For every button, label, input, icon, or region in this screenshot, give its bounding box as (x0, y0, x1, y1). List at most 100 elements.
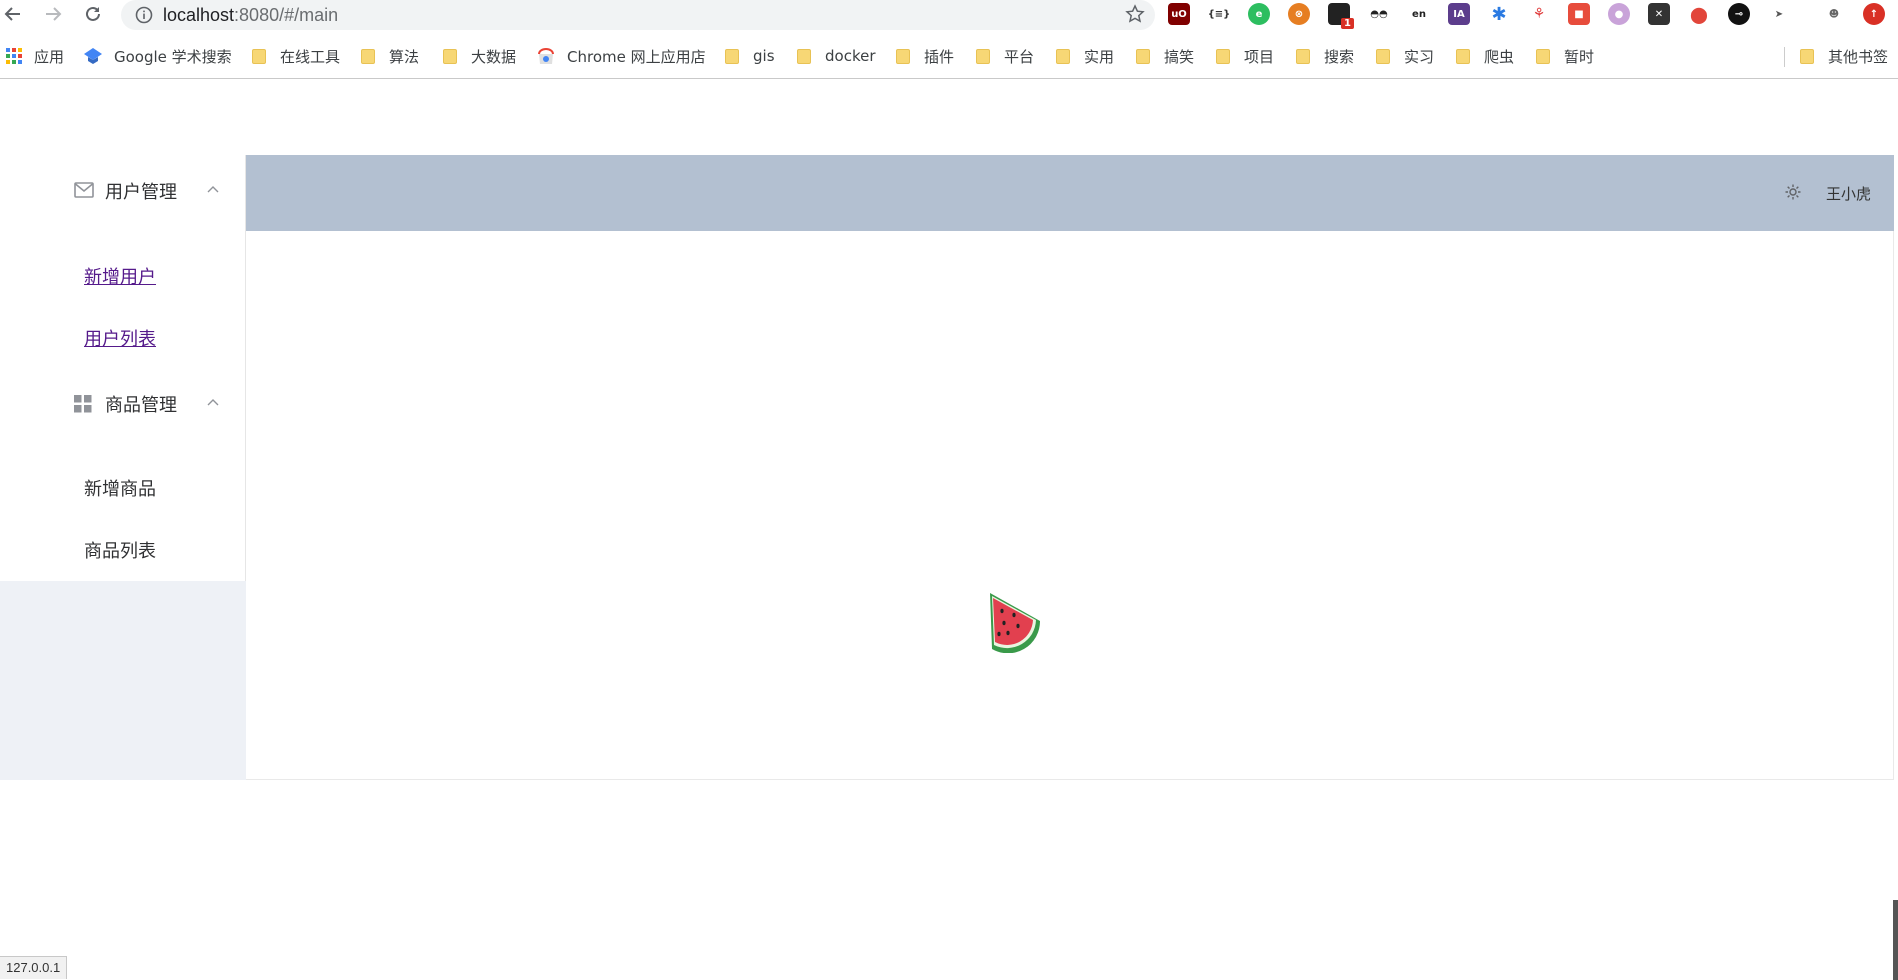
info-icon[interactable] (135, 6, 153, 24)
mask-icon[interactable]: ◓◓ (1368, 3, 1390, 25)
reload-icon (86, 6, 100, 21)
chrome-divider (0, 78, 1898, 79)
bookmark-folder-practical[interactable]: 实用 (1056, 45, 1114, 67)
folder-icon (725, 48, 739, 64)
sidebar: 用户管理 新增用户 用户列表 商品管理 新增商品 商品列表 (0, 155, 246, 780)
ia-icon[interactable]: IA (1448, 3, 1470, 25)
folder-icon (1456, 48, 1470, 64)
location-pin-icon[interactable]: ⬤ (1688, 3, 1710, 25)
main-content (246, 231, 1894, 780)
bookmark-label: 搜索 (1324, 47, 1355, 66)
bookmark-folder-temp[interactable]: 暂时 (1536, 45, 1594, 67)
bookmark-label: 其他书签 (1828, 47, 1889, 66)
apps-grid-icon (6, 48, 22, 64)
asterisk-icon[interactable]: ✱ (1488, 3, 1510, 25)
bookmark-label: 平台 (1004, 47, 1035, 66)
app-header: 王小虎 (246, 155, 1894, 231)
submenu-product-management[interactable]: 商品管理 (0, 376, 246, 432)
bookmark-folder-plugins[interactable]: 插件 (896, 45, 954, 67)
bookmark-star-icon[interactable] (1125, 4, 1145, 24)
bookmark-label: 大数据 (471, 47, 517, 66)
bookmark-label: 搞笑 (1164, 47, 1195, 66)
evernote-icon[interactable]: e (1248, 3, 1270, 25)
purple-circle-icon[interactable]: ● (1608, 3, 1630, 25)
bookmark-label: gis (753, 47, 775, 65)
bookmark-folder-tools[interactable]: 在线工具 (252, 45, 340, 67)
lifebuoy-icon[interactable]: ⊗ (1288, 3, 1310, 25)
folder-icon (1056, 48, 1070, 64)
menu-item-add-user[interactable]: 新增用户 (84, 263, 156, 289)
bookmark-scholar[interactable]: Google 学术搜索 (84, 45, 232, 67)
x-icon[interactable]: ✕ (1648, 3, 1670, 25)
bookmark-label: 插件 (924, 47, 955, 66)
watermelon-icon (990, 593, 1041, 653)
menu-item-user-list[interactable]: 用户列表 (84, 325, 156, 351)
folder-icon (361, 48, 375, 64)
message-icon (74, 182, 94, 198)
reload-button[interactable] (82, 3, 104, 25)
bookmark-folder-docker[interactable]: docker (797, 45, 876, 67)
folder-icon (443, 48, 457, 64)
bookmark-webstore[interactable]: Chrome 网上应用店 (537, 45, 706, 67)
bookmark-folder-other[interactable]: 其他书签 (1800, 45, 1888, 67)
scrollbar-thumb[interactable] (1893, 900, 1898, 980)
bookmark-folder-funny[interactable]: 搞笑 (1136, 45, 1194, 67)
bookmark-label: Chrome 网上应用店 (567, 47, 706, 66)
folder-icon (797, 48, 811, 64)
back-button[interactable] (2, 3, 24, 25)
translate-icon[interactable]: en (1408, 3, 1430, 25)
json-icon[interactable]: {≡} (1208, 3, 1230, 25)
bookmark-label: 爬虫 (1484, 47, 1515, 66)
submenu-title-label: 商品管理 (105, 395, 177, 416)
bookmark-folder-algorithm[interactable]: 算法 (361, 45, 419, 67)
bookmark-folder-platform[interactable]: 平台 (976, 45, 1034, 67)
folder-icon (252, 48, 266, 64)
folder-icon (1800, 48, 1814, 64)
menu-item-product-list[interactable]: 商品列表 (84, 537, 156, 563)
bookmark-folder-internship[interactable]: 实习 (1376, 45, 1434, 67)
bookmark-label: 算法 (389, 47, 420, 66)
folder-icon (1296, 48, 1310, 64)
bookmark-folder-search[interactable]: 搜索 (1296, 45, 1354, 67)
bookmark-label: 实用 (1084, 47, 1115, 66)
forward-button[interactable] (42, 3, 64, 25)
username: 王小虎 (1826, 185, 1872, 203)
browser-toolbar: localhost:8080/#/main uO {≡} e ⊗ 1 ◓◓ en… (0, 0, 1898, 30)
submenu-title-label: 用户管理 (105, 182, 177, 203)
folder-icon (1216, 48, 1230, 64)
cursor-icon[interactable]: ➤ (1768, 3, 1790, 25)
avatar-extension-icon[interactable]: ☻ (1823, 3, 1845, 25)
chevron-up-icon (207, 186, 219, 193)
bookmarks-bar: 应用 Google 学术搜索 在线工具 算法 大数据 Chrome 网上应用店 … (0, 39, 1898, 73)
gear-icon[interactable] (1784, 183, 1802, 201)
bookmark-apps[interactable]: 应用 (6, 45, 64, 67)
bookmark-label: Google 学术搜索 (114, 47, 232, 66)
notification-icon[interactable]: 1 (1328, 3, 1354, 29)
bookmark-label: docker (825, 47, 876, 65)
bookmark-folder-bigdata[interactable]: 大数据 (443, 45, 516, 67)
scholar-icon (84, 48, 102, 64)
bookmarks-separator (1784, 47, 1785, 67)
bookmark-label: 应用 (34, 47, 65, 66)
ublock-icon[interactable]: uO (1168, 3, 1190, 25)
arrow-right-icon (46, 7, 62, 21)
arrow-left-icon (4, 7, 20, 21)
bookmark-folder-crawler[interactable]: 爬虫 (1456, 45, 1514, 67)
bookmark-label: 实习 (1404, 47, 1435, 66)
menu-item-add-product[interactable]: 新增商品 (84, 475, 156, 501)
bookmark-folder-projects[interactable]: 项目 (1216, 45, 1274, 67)
url-text[interactable]: localhost:8080/#/main (163, 5, 338, 26)
submenu-user-management[interactable]: 用户管理 (0, 163, 246, 219)
address-bar[interactable]: localhost:8080/#/main (121, 0, 1155, 30)
bookmark-label: 暂时 (1564, 47, 1595, 66)
bookmark-label: 项目 (1244, 47, 1275, 66)
network-icon[interactable]: ⚘ (1528, 3, 1550, 25)
upload-icon[interactable]: ↑ (1863, 3, 1885, 25)
chevron-up-icon (207, 399, 219, 406)
bookmark-folder-gis[interactable]: gis (725, 45, 775, 67)
red-square-icon[interactable]: ■ (1568, 3, 1590, 25)
folder-icon (1136, 48, 1150, 64)
folder-icon (1376, 48, 1390, 64)
key-icon[interactable]: ⊸ (1728, 3, 1750, 25)
folder-icon (1536, 48, 1550, 64)
